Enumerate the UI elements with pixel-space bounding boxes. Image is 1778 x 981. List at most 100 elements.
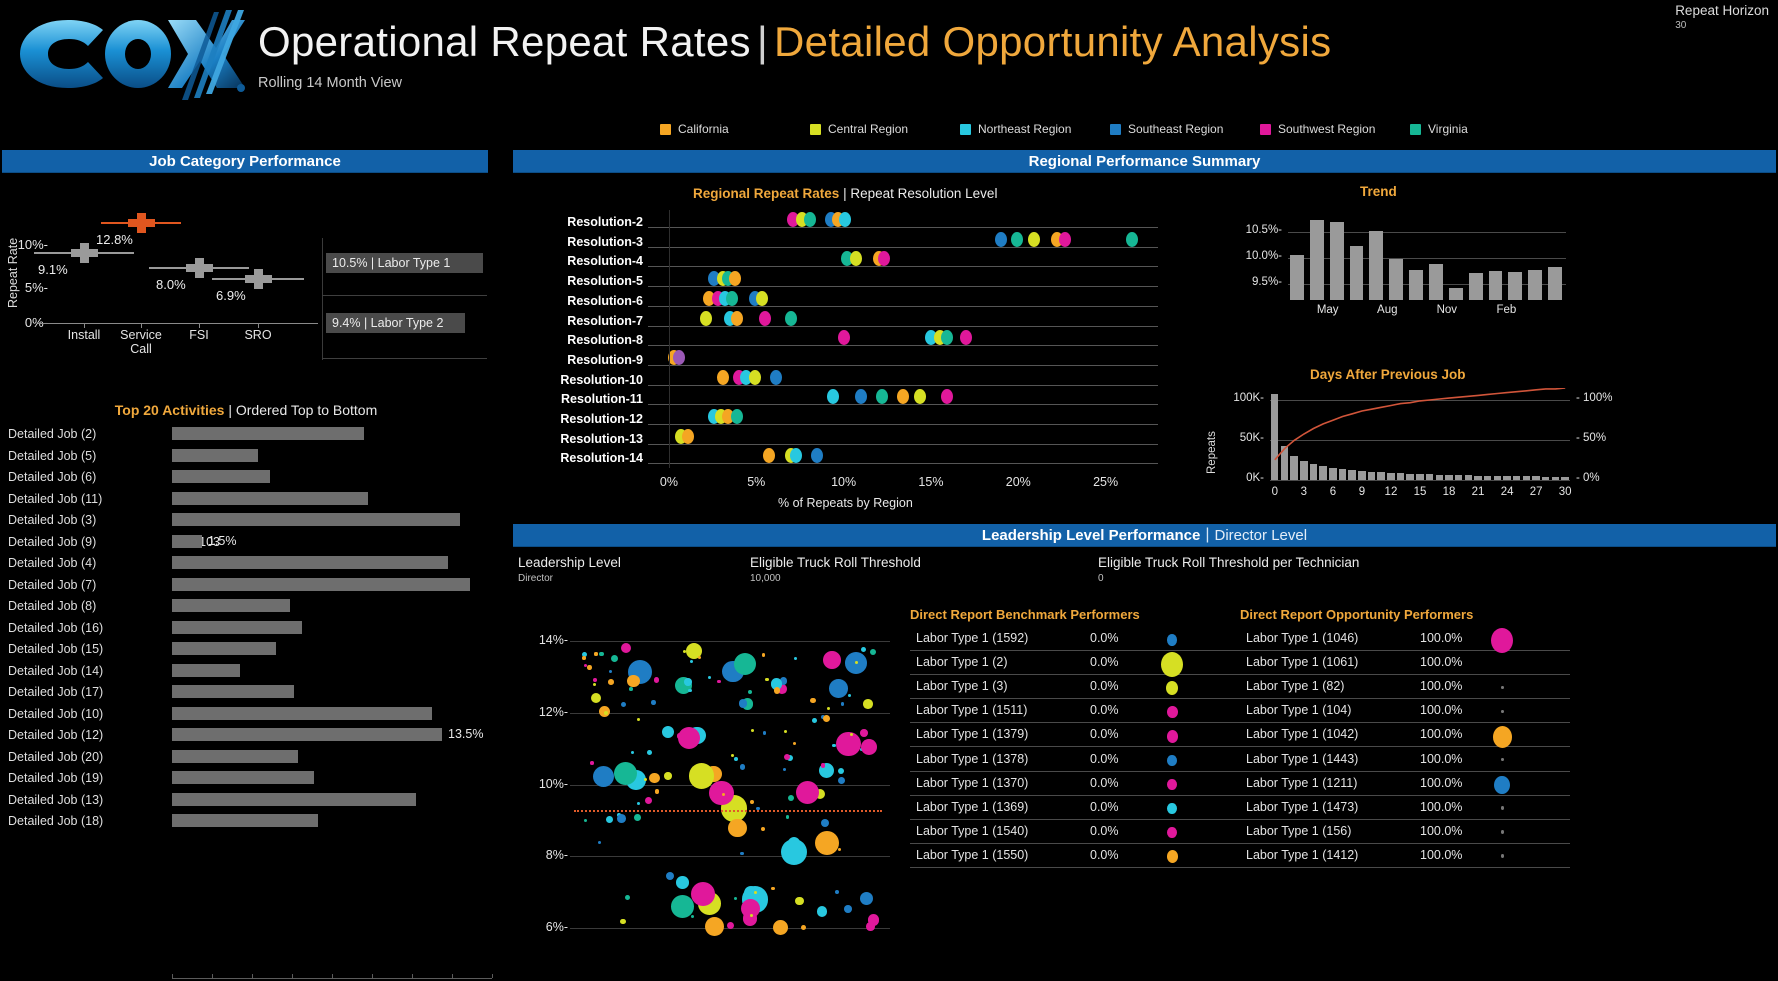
leadership-bubble[interactable] [815,831,839,855]
leadership-bubble[interactable] [637,718,640,721]
leadership-bubble[interactable] [823,715,830,722]
leadership-bubble[interactable] [829,679,848,698]
trend-bar[interactable] [1290,255,1304,300]
leadership-bubble[interactable] [637,802,640,805]
leadership-bubble[interactable] [761,827,765,831]
table-row[interactable]: Labor Type 1 (1412)100.0% [1240,844,1570,868]
leadership-bubble[interactable] [860,729,868,737]
leadership-bubble[interactable] [676,876,689,889]
leadership-bubble[interactable] [740,764,746,770]
table-row[interactable]: Detailed Job (16)110,865 [0,617,492,639]
table-row[interactable]: Labor Type 1 (1592)0.0% [910,627,1240,651]
leadership-bubble[interactable] [705,917,724,936]
leadership-bubble[interactable] [591,693,601,703]
scatter-point[interactable] [839,212,851,227]
table-row[interactable]: Labor Type 1 (3)0.0% [910,675,1240,699]
leadership-bubble[interactable] [863,699,873,709]
leadership-bubble[interactable] [599,652,604,657]
leadership-bubble[interactable] [855,661,858,664]
leadership-bubble[interactable] [838,848,841,851]
leadership-bubble[interactable] [593,678,597,682]
leadership-bubble[interactable] [860,892,873,905]
leadership-bubble[interactable] [647,750,652,755]
table-row[interactable]: Labor Type 1 (1369)0.0% [910,796,1240,820]
leadership-bubble[interactable] [861,647,866,652]
leadership-bubble[interactable] [835,890,839,894]
leadership-bubble[interactable] [734,897,737,900]
leadership-bubble[interactable] [698,656,701,659]
leadership-bubble[interactable] [677,733,683,739]
scatter-point[interactable] [827,389,839,404]
leadership-bubble[interactable] [793,742,796,745]
leadership-bubble[interactable] [631,751,634,754]
leadership-bubble[interactable] [801,925,806,930]
leadership-bubble[interactable] [645,797,652,804]
leadership-bubble[interactable] [671,895,694,918]
table-row[interactable]: Labor Type 1 (1443)100.0% [1240,748,1570,772]
scatter-point[interactable] [790,448,802,463]
scatter-point[interactable] [700,311,712,326]
legend-item-2[interactable]: Northeast Region [960,122,1110,136]
scatter-point[interactable] [811,448,823,463]
leadership-bubble[interactable] [614,762,637,785]
scatter-point[interactable] [855,389,867,404]
leadership-bubble[interactable] [832,744,835,747]
leadership-bubble[interactable] [751,729,754,732]
table-row[interactable]: Labor Type 1 (1378)0.0% [910,748,1240,772]
leadership-bubble[interactable] [593,683,596,686]
leadership-bubble[interactable] [817,906,828,917]
leadership-bubble[interactable] [734,653,756,675]
legend-item-4[interactable]: Southwest Region [1260,122,1410,136]
trend-bar[interactable] [1449,288,1463,300]
scatter-point[interactable] [726,291,738,306]
leadership-bubble[interactable] [587,665,592,670]
leadership-bubble[interactable] [684,678,692,686]
trend-bar[interactable] [1389,259,1403,300]
leadership-bubble[interactable] [836,732,861,757]
table-row[interactable]: Detailed Job (9)140,1031.5% [0,531,492,553]
trend-bar[interactable] [1409,270,1423,300]
scatter-point[interactable] [717,370,729,385]
scatter-point[interactable] [756,291,768,306]
leadership-bubble[interactable] [841,702,845,706]
leadership-bubble[interactable] [748,690,753,695]
leadership-bubble[interactable] [662,726,674,738]
table-row[interactable]: Detailed Job (14)106,573 [0,660,492,682]
table-row[interactable]: Detailed Job (19)79,250 [0,767,492,789]
leadership-bubble[interactable] [838,768,844,774]
leadership-bubble[interactable] [629,687,633,691]
trend-bar[interactable] [1369,231,1383,300]
leadership-bubble[interactable] [644,778,647,781]
table-row[interactable]: Labor Type 1 (1473)100.0% [1240,796,1570,820]
scatter-point[interactable] [763,448,775,463]
scatter-point[interactable] [878,251,890,266]
leadership-bubble[interactable] [810,698,816,704]
scatter-point[interactable] [941,389,953,404]
table-row[interactable]: Detailed Job (15)109,819 [0,638,492,660]
table-row[interactable]: Labor Type 1 (1379)0.0% [910,723,1240,747]
table-row[interactable]: Detailed Job (17)105,528 [0,681,492,703]
trend-bar[interactable] [1469,273,1483,300]
scatter-point[interactable] [914,389,926,404]
leadership-bubble[interactable] [796,781,819,804]
leadership-bubble[interactable] [655,789,660,794]
leadership-bubble[interactable] [786,815,789,818]
scatter-point[interactable] [850,251,862,266]
table-row[interactable]: Labor Type 1 (1540)0.0% [910,820,1240,844]
scatter-point[interactable] [759,311,771,326]
leadership-bubble[interactable] [634,814,641,821]
leadership-bubble[interactable] [783,768,786,771]
leadership-bubble[interactable] [617,814,626,823]
table-row[interactable]: Detailed Job (13)77,012 [0,789,492,811]
leadership-bubble[interactable] [794,657,797,660]
leadership-bubble[interactable] [740,852,743,855]
scatter-point[interactable] [749,370,761,385]
table-row[interactable]: Detailed Job (3)143,567 [0,509,492,531]
table-row[interactable]: Detailed Job (10)100,538 [0,703,492,725]
leadership-bubble[interactable] [821,763,826,768]
leadership-bubble[interactable] [762,653,766,657]
leadership-bubble[interactable] [765,678,769,682]
leadership-bubble[interactable] [781,839,807,865]
leadership-bubble[interactable] [812,718,817,723]
legend-item-1[interactable]: Central Region [810,122,960,136]
